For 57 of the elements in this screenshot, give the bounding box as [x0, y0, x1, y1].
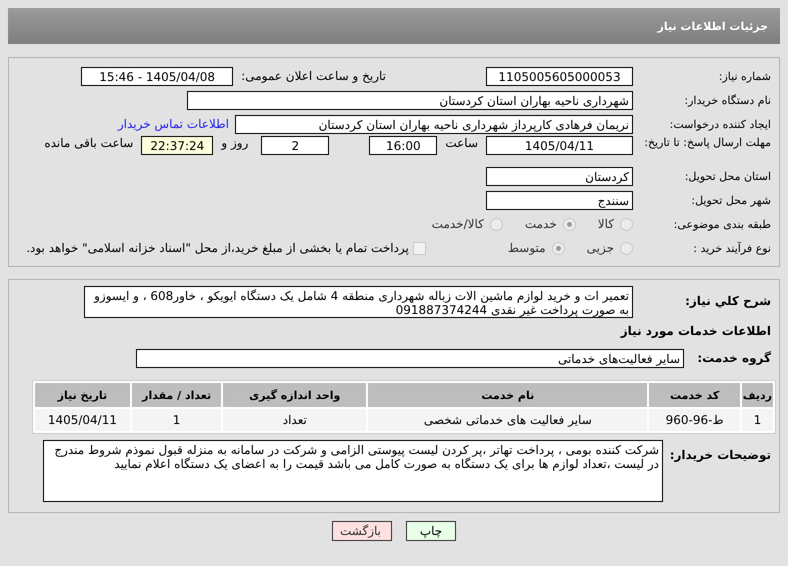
buyer-org-field: شهرداری ناحیه بهاران استان کردستان — [187, 90, 633, 110]
service-group-field: سایر فعالیت‌های خدماتی — [136, 348, 684, 368]
field-label: ساعت — [445, 136, 478, 150]
days-field: 2 — [261, 136, 330, 155]
field-label: توضیحات خریدار: — [668, 447, 772, 462]
table-cell: 1405/04/11 — [35, 409, 130, 431]
remaining-time-field: 22:37:24 — [141, 136, 214, 155]
checkbox-label: پرداخت تمام یا بخشی از مبلغ خرید،از محل "اسناد خزانه اسلامی" خواهد بود. — [26, 241, 409, 255]
field-label: روز و — [221, 136, 248, 150]
field-label: ایجاد کننده درخواست: — [668, 118, 772, 130]
buyer-contact-link[interactable]: اطلاعات تماس خریدار — [118, 117, 229, 131]
column-header: کد خدمت — [649, 383, 740, 407]
deadline-time-field: 16:00 — [369, 136, 438, 155]
table-cell: 1 — [132, 409, 222, 431]
description-field: تعمیر ات و خرید لوازم ماشین الات زباله شهرداری منطقه 4 شامل یک دستگاه ایویکو ، خاور608 ، و ایسوزو به صورت پرداخت غیر نقدی 091887374244 — [84, 286, 633, 318]
radio-button[interactable] — [562, 218, 576, 230]
city-field: سنندج — [486, 190, 633, 210]
option-label: جزیی — [586, 241, 614, 255]
field-label: نوع فرآیند خرید : — [692, 242, 772, 254]
field-label: شرح کلي نياز: — [684, 293, 772, 308]
field-label: ساعت باقی مانده — [44, 136, 134, 150]
field-label: استان محل تحویل: — [684, 170, 772, 182]
requester-field: نریمان فرهادی کارپرداز شهرداری ناحیه بهاران استان کردستان — [235, 114, 633, 134]
radio-button[interactable] — [620, 218, 633, 230]
radio-button[interactable] — [490, 218, 503, 230]
deadline-date-field: 1405/04/11 — [486, 136, 633, 155]
buyer-notes-field: شرکت کننده بومی ، پرداخت تهاتر ،پر کردن لیست پیوستی الزامی و شرکت در سامانه به منزله قبول نموذم شروط مندرج در لیست ،تعداد لوازم ها برای یک دستگاه به صورت کامل می باشد قیمت را به اعضای یک دستگاه اعلام نمایید — [43, 440, 663, 502]
column-header: تاریخ نیاز — [35, 383, 130, 407]
column-header: واحد اندازه گیری — [223, 383, 366, 407]
page-title: جزئیات اطلاعات نیاز — [658, 20, 768, 32]
option-label: خدمت — [524, 217, 557, 231]
table-cell: ط-96-960 — [649, 409, 740, 431]
table-cell: سایر فعالیت های خدماتی شخصی — [368, 409, 648, 431]
option-label: متوسط — [508, 241, 546, 255]
field-label: گروه خدمت: — [696, 351, 772, 365]
radio-button[interactable] — [620, 242, 633, 254]
field-label: طبقه بندی موضوعی: — [672, 218, 772, 230]
column-header: ردیف — [742, 383, 773, 407]
checkbox[interactable] — [412, 242, 426, 254]
table-cell: 1 — [742, 409, 773, 431]
section-title: اطلاعات خدمات مورد نیاز — [620, 324, 772, 338]
back-button[interactable]: بازگشت — [332, 521, 392, 541]
option-label: کالا/خدمت — [432, 217, 484, 231]
field-label: مهلت ارسال پاسخ: تا تاریخ: — [643, 136, 772, 150]
print-button[interactable]: چاپ — [406, 521, 456, 541]
need-number-field: 1105005605000053 — [486, 66, 633, 86]
table-cell: تعداد — [223, 409, 366, 431]
column-header: تعداد / مقدار — [132, 383, 222, 407]
province-field: کردستان — [486, 166, 633, 186]
announce-date-field: 1405/04/08 - 15:46 — [81, 66, 234, 86]
field-label: نام دستگاه خریدار: — [683, 94, 772, 106]
field-label: شماره نیاز: — [718, 70, 772, 82]
option-label: کالا — [598, 217, 614, 231]
column-header: نام خدمت — [368, 383, 648, 407]
field-label: شهر محل تحویل: — [690, 194, 772, 206]
field-label: تاریخ و ساعت اعلان عمومی: — [241, 69, 386, 83]
radio-button[interactable] — [552, 242, 565, 254]
